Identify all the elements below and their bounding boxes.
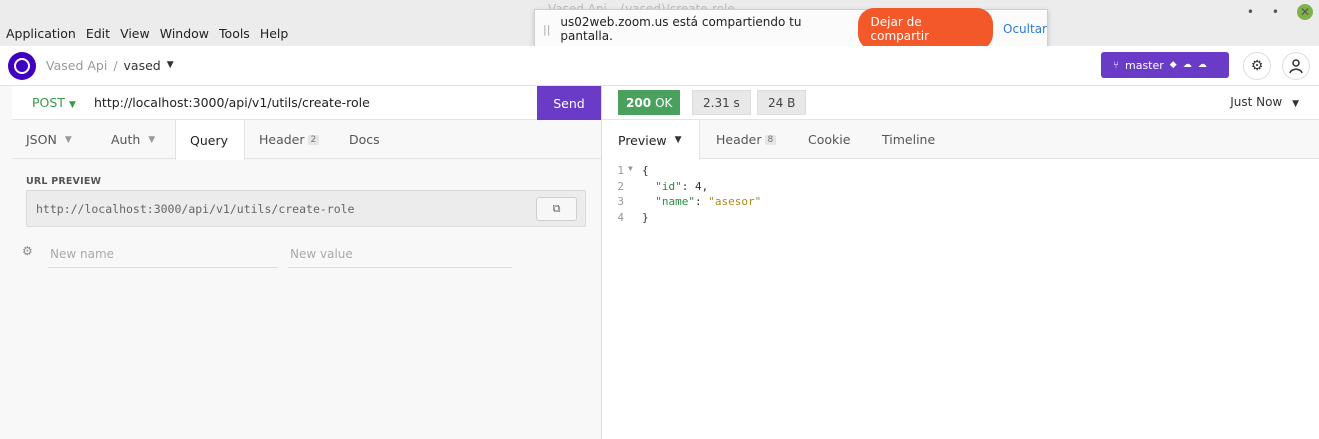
copy-url-button[interactable]: ⧉ bbox=[536, 197, 577, 221]
tab-docs[interactable]: Docs bbox=[335, 120, 395, 159]
code-line: 3 "name": "asesor" bbox=[602, 195, 761, 211]
zoom-share-message: us02web.zoom.us está compartiendo tu pan… bbox=[560, 15, 802, 43]
restore-button[interactable]: • bbox=[1272, 5, 1279, 19]
tab-label: JSON bbox=[26, 132, 57, 147]
json-key: "name" bbox=[655, 195, 695, 208]
branch-label: master bbox=[1125, 58, 1164, 72]
window-controls: • • ✕ bbox=[1247, 4, 1313, 20]
param-settings-gear-icon[interactable]: ⚙ bbox=[22, 244, 33, 258]
os-menu: Application Edit View Window Tools Help bbox=[6, 26, 298, 41]
tab-auth[interactable]: Auth ▼ bbox=[97, 120, 175, 159]
request-pane: JSON ▼ Auth ▼ Query Header 2 Docs URL PREVI… bbox=[12, 120, 601, 439]
menu-application[interactable]: Application bbox=[6, 26, 76, 41]
tab-cookie[interactable]: Cookie bbox=[792, 120, 866, 159]
chevron-down-icon: ▼ bbox=[674, 135, 682, 145]
url-preview-box: http://localhost:3000/api/v1/utils/creat… bbox=[26, 190, 586, 227]
menu-edit[interactable]: Edit bbox=[86, 26, 110, 41]
settings-gear-icon[interactable]: ⚙ bbox=[1243, 52, 1271, 80]
code-text: } bbox=[642, 210, 649, 224]
tab-body-json[interactable]: JSON ▼ bbox=[12, 120, 97, 159]
stop-sharing-button[interactable]: Dejar de compartir bbox=[857, 8, 994, 50]
tab-timeline[interactable]: Timeline bbox=[866, 120, 956, 159]
chevron-down-icon: ▼ bbox=[148, 134, 156, 145]
response-timestamp: Just Now bbox=[1230, 95, 1283, 109]
breadcrumb-project[interactable]: vased bbox=[124, 58, 161, 73]
account-icon[interactable] bbox=[1282, 52, 1310, 80]
response-status-bar: 200 OK 2.31 s 24 B Just Now ▼ bbox=[602, 86, 1319, 120]
url-preview-label: URL PREVIEW bbox=[26, 176, 102, 187]
response-pane: Preview ▼ Header 8 Cookie Timeline 1 ▼ { 2… bbox=[602, 120, 1319, 439]
http-method: POST bbox=[32, 95, 65, 110]
request-url-bar: POST ▼ http://localhost:3000/api/v1/util… bbox=[12, 86, 601, 120]
tab-label: Auth bbox=[111, 132, 141, 147]
cloud-upload-icon: ☁ bbox=[1182, 60, 1192, 70]
json-key: "id" bbox=[655, 179, 682, 193]
response-tabs: Preview ▼ Header 8 Cookie Timeline bbox=[602, 120, 1319, 160]
insomnia-logo-icon bbox=[8, 52, 36, 80]
breadcrumb-workspace[interactable]: Vased Api bbox=[46, 58, 107, 73]
url-preview-value: http://localhost:3000/api/v1/utils/creat… bbox=[36, 202, 355, 216]
line-number: 4 bbox=[617, 210, 624, 224]
json-punct: , bbox=[701, 179, 709, 193]
header-count-badge: 2 bbox=[307, 134, 320, 145]
chevron-down-icon: ▼ bbox=[68, 100, 76, 110]
git-branch-button[interactable]: ⑂ master ◆ ☁ ☁ bbox=[1101, 52, 1229, 78]
cube-icon: ◆ bbox=[1169, 60, 1177, 70]
tab-header[interactable]: Header 2 bbox=[245, 120, 335, 159]
response-history-dropdown[interactable]: Just Now ▼ bbox=[1230, 95, 1299, 109]
drag-handle-icon[interactable]: || bbox=[543, 23, 550, 36]
chevron-down-icon: ▼ bbox=[1292, 99, 1299, 109]
app-header: Vased Api / vased ▼ ⑂ master ◆ ☁ ☁ ⚙ bbox=[0, 46, 1319, 86]
line-number: 1 bbox=[617, 164, 624, 177]
chevron-down-icon: ▼ bbox=[64, 134, 72, 145]
chevron-down-icon[interactable]: ▼ bbox=[167, 60, 174, 73]
response-header-count-badge: 8 bbox=[764, 134, 777, 145]
response-time-badge: 2.31 s bbox=[692, 90, 751, 115]
tab-label: Docs bbox=[349, 132, 380, 147]
tab-query[interactable]: Query bbox=[175, 120, 245, 160]
hide-button[interactable]: Ocultar bbox=[1003, 22, 1047, 36]
status-text: OK bbox=[655, 95, 673, 110]
code-line: 2 "id": 4, bbox=[602, 180, 761, 196]
zoom-share-notification: || us02web.zoom.us está compartiendo tu … bbox=[534, 8, 1048, 50]
tab-label: Cookie bbox=[808, 132, 851, 147]
line-number: 3 bbox=[617, 195, 624, 208]
code-line: 1 ▼ { bbox=[602, 164, 761, 180]
http-method-dropdown[interactable]: POST ▼ bbox=[32, 95, 76, 110]
status-badge: 200 OK bbox=[618, 90, 681, 115]
tab-response-header[interactable]: Header 8 bbox=[700, 120, 792, 159]
close-button[interactable]: ✕ bbox=[1297, 4, 1313, 20]
cloud-download-icon: ☁ bbox=[1197, 60, 1207, 70]
request-tabs: JSON ▼ Auth ▼ Query Header 2 Docs bbox=[12, 120, 601, 160]
send-button[interactable]: Send bbox=[537, 86, 601, 120]
tab-label: Header bbox=[259, 132, 305, 147]
param-value-input[interactable] bbox=[288, 240, 512, 268]
tab-label: Header bbox=[716, 132, 762, 147]
menu-help[interactable]: Help bbox=[260, 26, 289, 41]
menu-window[interactable]: Window bbox=[160, 26, 209, 41]
tab-label: Timeline bbox=[882, 132, 936, 147]
line-number: 2 bbox=[617, 179, 624, 193]
tab-preview[interactable]: Preview ▼ bbox=[602, 120, 700, 160]
response-size-badge: 24 B bbox=[757, 90, 807, 115]
breadcrumb: Vased Api / vased ▼ bbox=[46, 58, 174, 73]
tab-label: Preview bbox=[618, 132, 667, 148]
menu-tools[interactable]: Tools bbox=[219, 26, 250, 41]
breadcrumb-separator: / bbox=[113, 58, 118, 73]
status-code: 200 bbox=[626, 95, 652, 110]
git-branch-icon: ⑂ bbox=[1113, 59, 1119, 71]
json-value: "asesor" bbox=[708, 195, 762, 208]
minimize-button[interactable]: • bbox=[1247, 5, 1254, 19]
code-text: { bbox=[642, 164, 649, 177]
tab-label: Query bbox=[190, 132, 228, 148]
param-name-input[interactable] bbox=[48, 240, 278, 268]
code-line: 4 } bbox=[602, 211, 761, 227]
json-value: 4 bbox=[695, 179, 702, 193]
response-body-viewer[interactable]: 1 ▼ { 2 "id": 4, 3 "name": "asesor" 4 } bbox=[602, 164, 761, 226]
copy-icon: ⧉ bbox=[552, 202, 561, 215]
request-url-input[interactable]: http://localhost:3000/api/v1/utils/creat… bbox=[94, 95, 370, 110]
fold-toggle-icon[interactable]: ▼ bbox=[628, 164, 642, 180]
menu-view[interactable]: View bbox=[120, 26, 150, 41]
query-param-row: ⚙ bbox=[22, 240, 582, 268]
